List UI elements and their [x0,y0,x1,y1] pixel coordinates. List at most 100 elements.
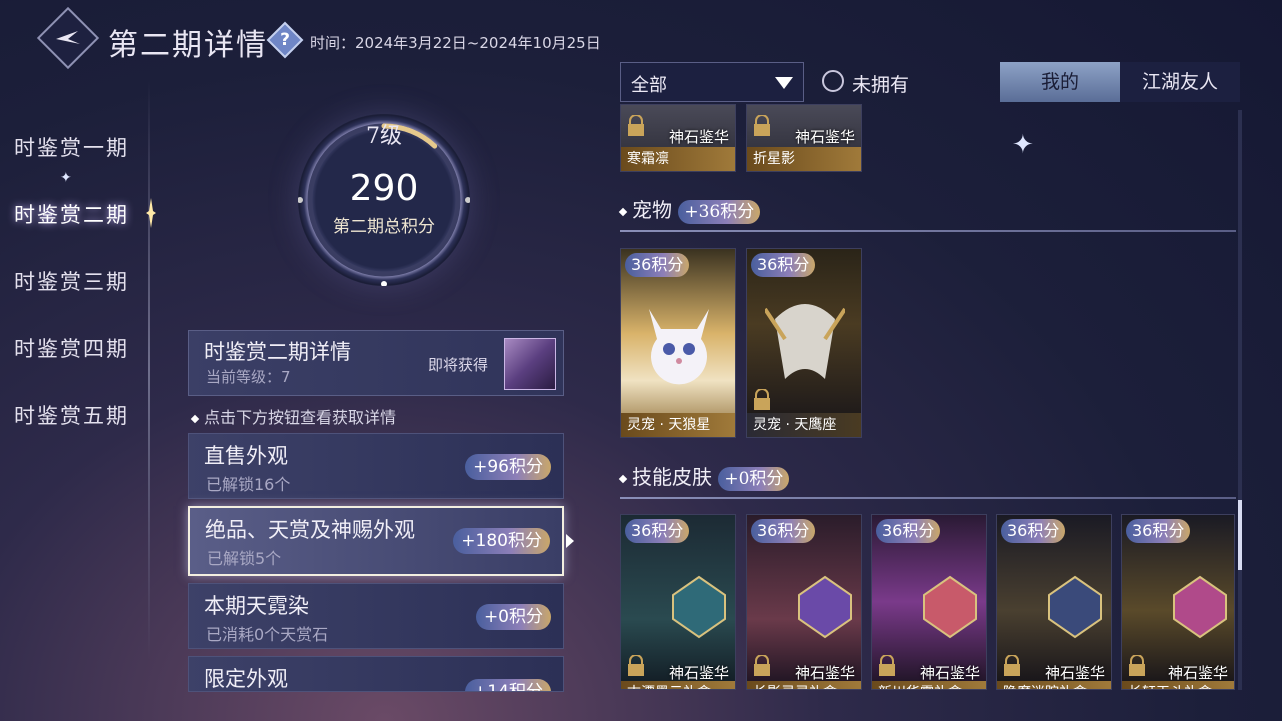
section-skins-header: 技能皮肤 +0积分 [618,461,790,491]
card-name: 新川华露礼盒 [872,681,986,689]
card-points-badge: 36积分 [1001,519,1066,543]
category-subtitle: 已解锁5个 [207,549,282,568]
selected-arrow-icon [566,534,574,548]
active-indicator-icon [146,198,156,228]
card-name: 寒霜凛 [621,147,735,171]
upcoming-reward-thumbnail[interactable] [504,338,556,390]
card-name: 古潭墨云礼盒 [621,681,735,689]
skin-card[interactable]: 36积分 神石鉴华 隐魔迷踪礼盒 [996,514,1112,690]
lock-icon [628,115,644,136]
period-detail-title: 时鉴赏二期详情 [204,340,351,364]
category-title: 限定外观 [204,667,288,691]
filter-dropdown[interactable]: 全部 [620,62,804,102]
card-name: 折星影 [747,147,861,171]
eagle-pet-icon [765,304,845,379]
sidebar-item-period-3[interactable]: 时鉴赏三期 [14,266,129,296]
white-fox-pet-icon [649,309,709,385]
lock-icon [754,389,770,410]
skin-card[interactable]: 36积分 神石鉴华 长影灵灵礼盒 [746,514,862,690]
back-button[interactable] [36,6,100,70]
card-tag: 神石鉴华 [794,664,855,682]
lock-icon [754,115,770,136]
sidebar-item-period-4[interactable]: 时鉴赏四期 [14,333,129,363]
tab-mine[interactable]: 我的 [1000,62,1120,102]
not-owned-radio[interactable] [822,70,844,92]
sidebar-item-period-1[interactable]: 时鉴赏一期 [14,132,129,162]
category-premium-appearance[interactable]: 绝品、天赏及神赐外观 已解锁5个 +180积分 [188,506,564,576]
card-name: 隐魔迷踪礼盒 [997,681,1111,689]
item-card[interactable]: 神石鉴华 寒霜凛 [620,104,736,172]
card-tag: 神石鉴华 [919,664,980,682]
category-points-badge: +14积分 [465,679,551,691]
section-points-badge: +0积分 [718,466,790,491]
card-name: 灵宠 · 天鹰座 [747,413,861,437]
card-points-badge: 36积分 [751,519,816,543]
chevron-down-icon [775,77,793,89]
level-label: 7级 [366,124,402,149]
section-pets-header: 宠物 +36积分 [618,194,761,224]
card-name: 长影灵灵礼盒 [747,681,861,689]
sparkle-icon: ✦ [60,170,72,186]
card-name: 长轩天斗礼盒 [1122,681,1234,689]
category-points-badge: +0积分 [475,604,551,630]
category-title: 直售外观 [204,444,288,468]
section-divider [620,230,1236,232]
card-points-badge: 36积分 [625,519,690,543]
tab-friends[interactable]: 江湖友人 [1120,62,1240,102]
section-points-badge: +36积分 [678,199,761,224]
skill-emblem-icon [1173,575,1227,639]
lock-icon [879,655,895,676]
card-tag: 神石鉴华 [668,664,729,682]
section-title: 技能皮肤 [632,465,712,489]
scrollbar-thumb[interactable] [1238,500,1242,570]
section-title: 宠物 [632,198,672,222]
pet-card-aquila[interactable]: 36积分 灵宠 · 天鹰座 [746,248,862,438]
item-card[interactable]: 神石鉴华 折星影 [746,104,862,172]
section-divider [620,497,1236,499]
total-score: 290 [349,168,419,209]
lock-icon [1129,655,1145,676]
card-points-badge: 36积分 [751,253,816,277]
sidebar-item-period-5[interactable]: 时鉴赏五期 [14,400,129,430]
skill-emblem-icon [1048,575,1102,639]
card-points-badge: 36积分 [876,519,941,543]
category-points-badge: +96积分 [465,454,551,480]
sidebar-divider [148,80,150,660]
skill-emblem-icon [798,575,852,639]
skin-card[interactable]: 36积分 神石鉴华 新川华露礼盒 [871,514,987,690]
upcoming-reward-label: 即将获得 [428,356,489,374]
skill-emblem-icon [923,575,977,639]
back-arrow-icon [56,31,80,44]
pet-card-sirius[interactable]: 36积分 灵宠 · 天狼星 [620,248,736,438]
not-owned-label[interactable]: 未拥有 [852,70,909,97]
category-direct-sale[interactable]: 直售外观 已解锁16个 +96积分 [188,433,564,499]
skin-card[interactable]: 36积分 神石鉴华 古潭墨云礼盒 [620,514,736,690]
lock-icon [628,655,644,676]
category-points-badge: +180积分 [453,528,550,554]
category-limited[interactable]: 限定外观 +14积分 [188,656,564,692]
category-title: 绝品、天赏及神赐外观 [205,518,415,542]
category-dye[interactable]: 本期天霓染 已消耗0个天赏石 +0积分 [188,583,564,649]
content-scrollbar[interactable] [1238,110,1242,690]
total-score-label: 第二期总积分 [333,217,435,237]
card-tag: 神石鉴华 [794,128,855,146]
card-points-badge: 36积分 [1126,519,1191,543]
card-name: 灵宠 · 天狼星 [621,413,735,437]
skin-card[interactable]: 36积分 神石鉴华 长轩天斗礼盒 [1121,514,1235,690]
sidebar-item-period-2[interactable]: 时鉴赏二期 [14,199,129,229]
hint-text: 点击下方按钮查看获取详情 [190,404,396,428]
category-subtitle: 已解锁16个 [206,475,291,494]
dropdown-value: 全部 [631,75,667,96]
card-tag: 神石鉴华 [1167,664,1228,682]
page-title: 第二期详情 [108,28,268,63]
event-time: 时间：2024年3月22日~2024年10月25日 [310,34,601,52]
category-subtitle: 已消耗0个天赏石 [206,625,329,644]
card-tag: 神石鉴华 [1044,664,1105,682]
card-tag: 神石鉴华 [668,128,729,146]
skill-emblem-icon [672,575,726,639]
help-icon[interactable]: ? [266,21,304,59]
lock-icon [754,655,770,676]
lock-icon [1004,655,1020,676]
sparkle-icon: ✦ [1012,130,1034,160]
current-level: 当前等级：7 [206,368,291,386]
